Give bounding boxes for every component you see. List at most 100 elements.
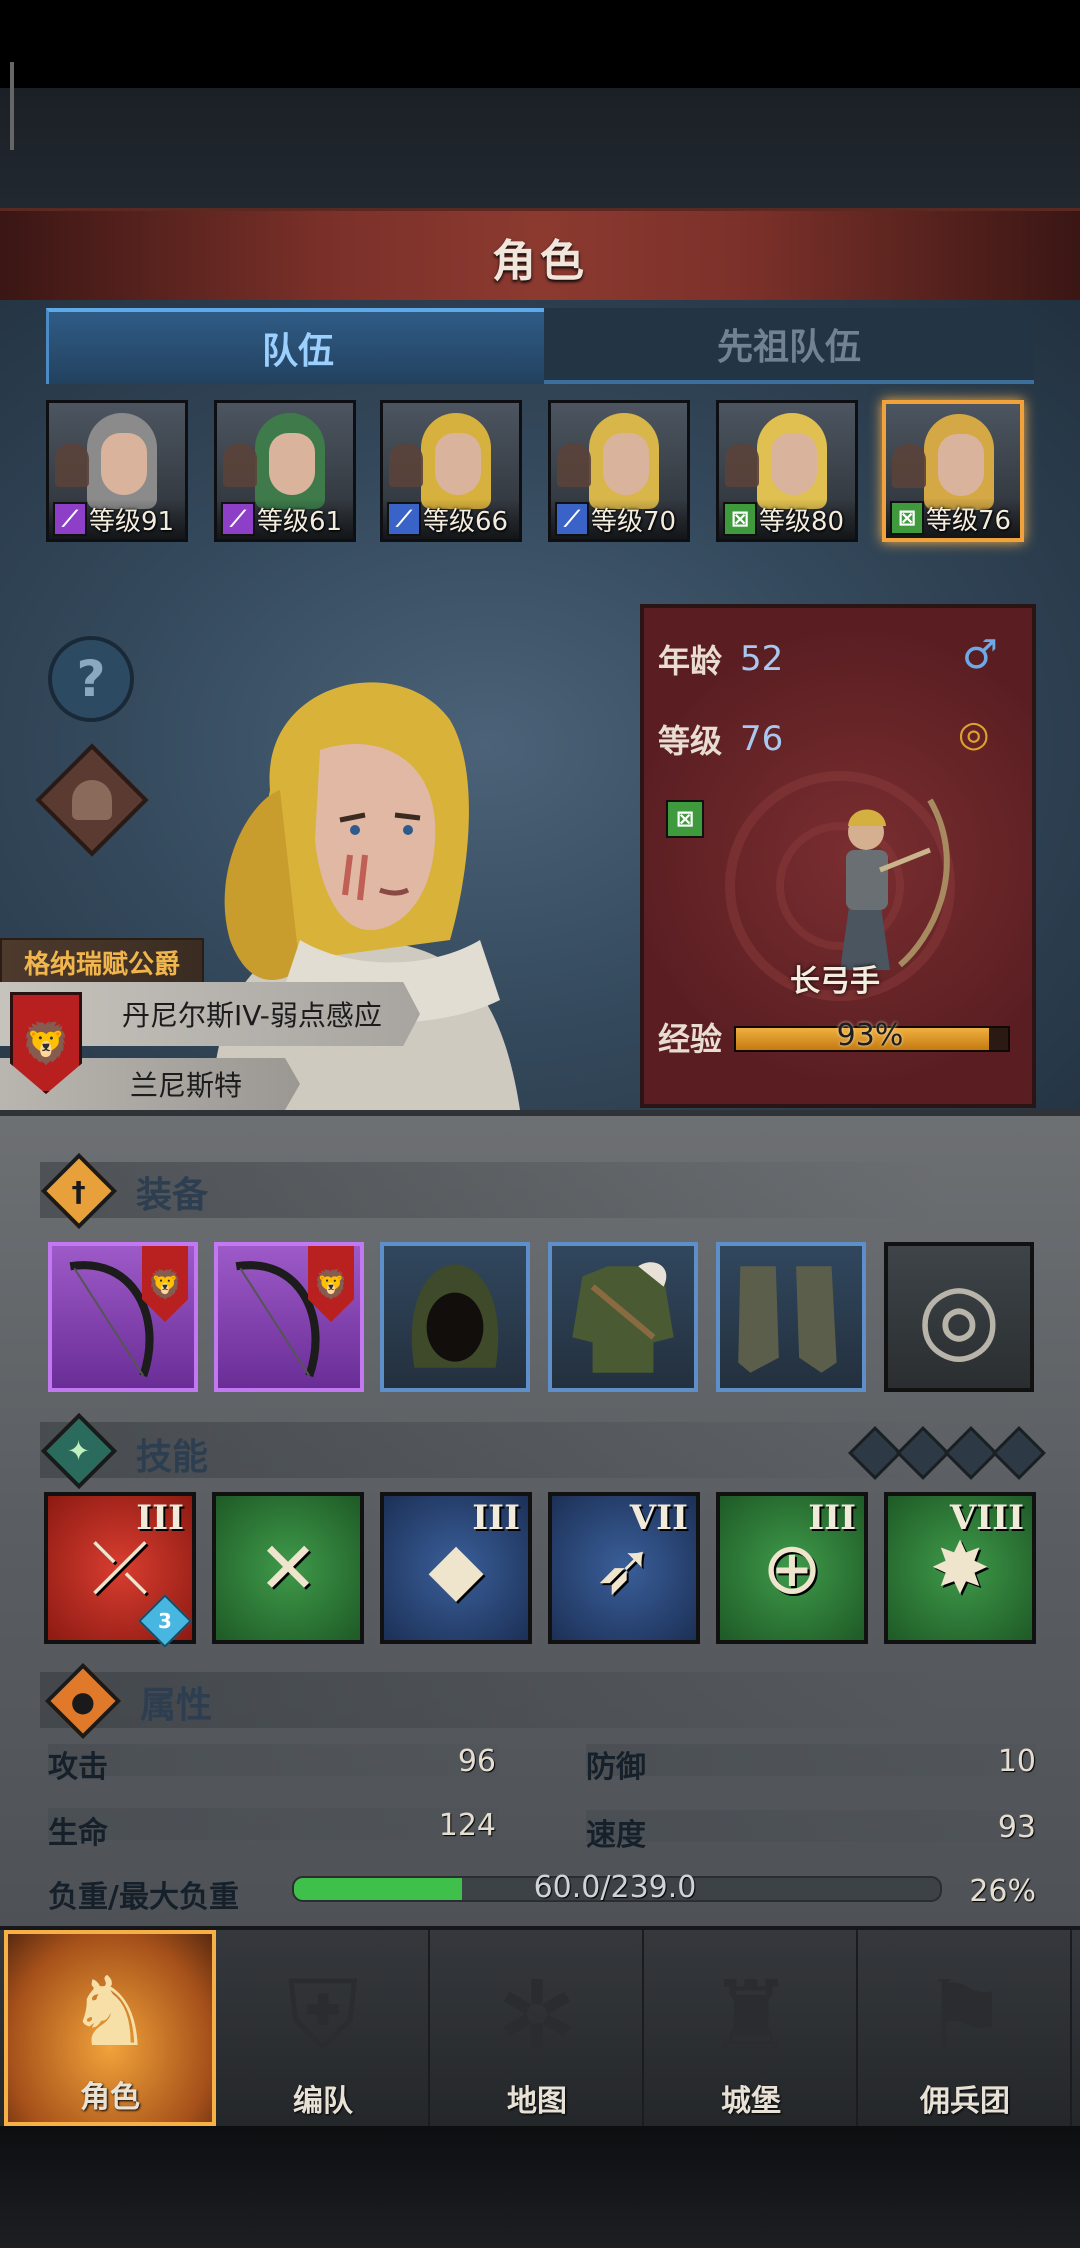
nav-label: 佣兵团	[920, 2084, 1010, 2119]
hp-label: 生命	[48, 1816, 108, 1851]
skill-slot-5[interactable]: ⊕ III	[716, 1492, 868, 1644]
nav-character[interactable]: ♞ 角色	[4, 1930, 216, 2126]
male-icon: ♂	[962, 632, 998, 678]
load-label: 负重/最大负重	[48, 1880, 239, 1915]
level-strip: ⊠ 等级80	[719, 499, 855, 539]
portrait-face	[603, 433, 649, 495]
sword-icon: ⟋	[555, 502, 589, 536]
bow-icon: ⊠	[723, 502, 757, 536]
nav-castle[interactable]: ♜ 城堡	[646, 1930, 858, 2126]
skill-stack-count: 3	[158, 1609, 172, 1633]
nav-mercenary[interactable]: ⚑ 佣兵团	[860, 1930, 1072, 2126]
load-bar-fill	[294, 1878, 462, 1900]
member-level: 等级66	[423, 506, 509, 537]
compass-icon: ✲	[496, 1960, 578, 2072]
portrait-face	[435, 433, 481, 495]
skill-rank: VII	[629, 1498, 688, 1538]
level-strip: ⟋ 等级66	[383, 499, 519, 539]
level-strip: ⟋ 等级70	[551, 499, 687, 539]
portrait-face	[938, 434, 984, 496]
load-value: 60.0/239.0	[533, 1870, 697, 1905]
xp-percent: 93%	[836, 1018, 904, 1053]
equipment-title: 装备	[136, 1175, 209, 1216]
skill-slot-1[interactable]: ⤫ III 3	[44, 1492, 196, 1648]
age-row: 年龄 52	[658, 634, 958, 684]
castle-icon: ♜	[707, 1960, 795, 2072]
party-member-1[interactable]: ⟋ 等级91	[46, 400, 188, 542]
level-value: 76	[740, 719, 784, 759]
knight-icon: ♞	[66, 1956, 154, 2068]
defense-value: 10	[997, 1744, 1036, 1779]
age-label: 年龄	[658, 642, 723, 680]
xp-label: 经验	[658, 1020, 723, 1058]
party-member-5[interactable]: ⊠ 等级80	[716, 400, 858, 542]
hood-icon	[384, 1246, 526, 1388]
equipment-slot-4[interactable]	[548, 1242, 698, 1392]
tab-party[interactable]: 队伍	[46, 308, 547, 384]
character-silhouette-icon	[72, 780, 112, 820]
skill-slot-6[interactable]: ✸ VIII	[884, 1492, 1036, 1644]
ring-marriage-icon: ◎	[958, 714, 990, 755]
skill-rank: VIII	[949, 1498, 1024, 1538]
defense-label: 防御	[586, 1750, 646, 1785]
page-title: 角色	[492, 236, 588, 287]
top-spacer	[0, 88, 1080, 208]
class-name: 长弓手	[790, 964, 880, 999]
skills-title: 技能	[136, 1437, 209, 1478]
bow-strike-icon: ✕	[257, 1526, 319, 1610]
flag-icon: ⚑	[921, 1960, 1009, 2072]
tab-ancestor-party[interactable]: 先祖队伍	[544, 308, 1034, 384]
nav-formation[interactable]: ⛨ 编队	[218, 1930, 430, 2126]
load-percent: 26%	[969, 1874, 1036, 1909]
attack-label: 攻击	[48, 1750, 108, 1785]
bow-icon: ⊠	[890, 501, 924, 535]
member-level: 等级76	[926, 505, 1012, 536]
equipment-slot-3[interactable]	[380, 1242, 530, 1392]
sword-icon: ⟋	[387, 502, 421, 536]
scroll-indicator	[10, 62, 14, 150]
mini-avatar-icon	[892, 444, 926, 488]
skill-slot-3[interactable]: ◆ III	[380, 1492, 532, 1644]
nav-label: 角色	[80, 2080, 140, 2115]
equipment-slot-1[interactable]: 🦁	[48, 1242, 198, 1392]
boots-icon	[720, 1246, 862, 1388]
mini-avatar-icon	[725, 443, 759, 487]
attributes-title: 属性	[140, 1685, 213, 1726]
help-button[interactable]: ?	[48, 636, 134, 722]
hp-value: 124	[438, 1808, 496, 1843]
level-strip: ⊠ 等级76	[886, 498, 1020, 538]
portrait-face	[771, 433, 817, 495]
party-member-4[interactable]: ⟋ 等级70	[548, 400, 690, 542]
level-strip: ⟋ 等级61	[217, 499, 353, 539]
party-member-2[interactable]: ⟋ 等级61	[214, 400, 356, 542]
speed-value: 93	[997, 1810, 1036, 1845]
nav-label: 编队	[293, 2084, 353, 2119]
member-level: 等级70	[591, 506, 677, 537]
system-nav-bar	[0, 2126, 1080, 2248]
status-bar	[0, 0, 1080, 88]
equipment-slot-5[interactable]	[716, 1242, 866, 1392]
noble-title: 格纳瑞赋公爵	[0, 938, 204, 986]
mini-avatar-icon	[557, 443, 591, 487]
party-member-6[interactable]: ⊠ 等级76	[882, 400, 1024, 542]
equipment-slot-2[interactable]: 🦁	[214, 1242, 364, 1392]
mini-avatar-icon	[389, 443, 423, 487]
attack-value: 96	[457, 1744, 496, 1779]
skill-slot-4[interactable]: ➶ VII	[548, 1492, 700, 1644]
skill-rank: III	[136, 1498, 184, 1538]
member-level: 等级91	[89, 506, 175, 537]
staff-icon: ⟋	[53, 502, 87, 536]
nav-label: 城堡	[721, 2084, 781, 2119]
portrait-face	[269, 433, 315, 495]
helmet-icon: ⛨	[287, 1959, 359, 2071]
member-level: 等级61	[257, 506, 343, 537]
nav-map[interactable]: ✲ 地图	[432, 1930, 644, 2126]
nav-label: 地图	[507, 2084, 567, 2119]
skill-slot-2[interactable]: ✕	[212, 1492, 364, 1644]
ring-icon: ◎	[917, 1261, 1001, 1373]
skill-rank: III	[808, 1498, 856, 1538]
mini-avatar-icon	[55, 443, 89, 487]
equipment-slot-6[interactable]: ◎	[884, 1242, 1034, 1392]
party-member-3[interactable]: ⟋ 等级66	[380, 400, 522, 542]
age-value: 52	[740, 639, 784, 679]
